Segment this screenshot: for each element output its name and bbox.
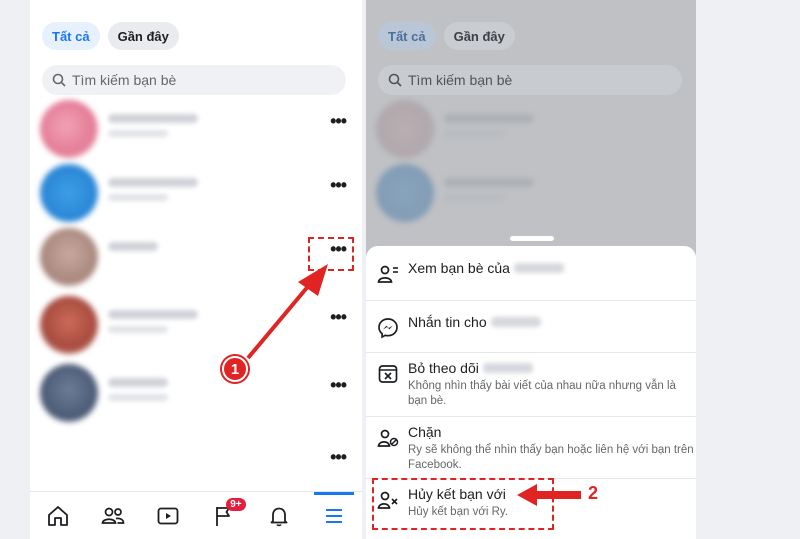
search-friends-input-dimmed: Tìm kiếm bạn bè xyxy=(378,65,682,95)
option-title: Nhắn tin cho xyxy=(408,314,487,330)
search-icon xyxy=(388,73,402,87)
name-blurred xyxy=(490,317,541,327)
friend-info-blurred xyxy=(108,394,168,401)
friend-avatar xyxy=(40,100,98,158)
friend-row xyxy=(374,100,690,162)
divider xyxy=(366,300,696,301)
friend-avatar xyxy=(376,164,434,222)
friend-avatar xyxy=(376,100,434,158)
option-unfollow[interactable]: Bỏ theo dõi Không nhìn thấy bài viết của… xyxy=(366,360,696,409)
search-placeholder: Tìm kiếm bạn bè xyxy=(408,72,513,88)
unfollow-icon xyxy=(378,365,398,383)
friend-name-blurred xyxy=(108,378,168,387)
friend-row[interactable]: ••• xyxy=(38,100,354,162)
divider xyxy=(366,416,696,417)
friend-row[interactable]: ••• xyxy=(38,364,354,426)
more-options-button[interactable]: ••• xyxy=(330,176,347,194)
friend-name-blurred xyxy=(108,114,198,123)
block-icon xyxy=(377,429,399,447)
more-options-button[interactable]: ••• xyxy=(330,448,347,466)
watch-icon xyxy=(157,507,179,524)
more-options-button[interactable]: ••• xyxy=(330,112,347,130)
friend-avatar xyxy=(40,296,98,354)
nav-watch[interactable] xyxy=(148,496,188,536)
step1-number-badge: 1 xyxy=(222,356,248,382)
step1-arrow xyxy=(246,264,328,360)
step2-arrow xyxy=(517,484,581,506)
notifications-bell-icon xyxy=(270,507,288,526)
friend-avatar xyxy=(40,364,98,422)
home-icon xyxy=(47,505,68,526)
friend-avatar xyxy=(40,228,98,286)
friend-row[interactable]: ••• xyxy=(38,436,354,498)
friend-row[interactable]: ••• xyxy=(38,164,354,226)
search-icon xyxy=(52,73,66,87)
option-view-friends[interactable]: Xem bạn bè của xyxy=(366,260,696,288)
friends-icon xyxy=(101,507,125,524)
name-blurred xyxy=(513,263,564,273)
friend-row xyxy=(374,164,690,226)
friend-info-blurred xyxy=(444,130,504,137)
option-description: Không nhìn thấy bài viết của nhau nữa nh… xyxy=(408,380,676,407)
tab-all: Tất cả xyxy=(378,22,436,50)
option-description: Ry sẽ không thể nhìn thấy bạn hoặc liên … xyxy=(408,444,694,471)
filter-tabs-dimmed: Tất cả Gần đây xyxy=(378,22,515,50)
nav-friends[interactable] xyxy=(93,496,133,536)
divider xyxy=(366,352,696,353)
nav-menu[interactable] xyxy=(314,491,355,536)
option-block[interactable]: Chặn Ry sẽ không thể nhìn thấy bạn hoặc … xyxy=(366,424,696,473)
menu-icon xyxy=(326,508,343,523)
notification-badge: 9+ xyxy=(226,497,246,511)
friend-name-blurred xyxy=(444,114,534,123)
friend-name-blurred xyxy=(108,242,158,251)
filter-tabs: Tất cả Gần đây xyxy=(42,22,179,50)
tutorial-screenshot: Tất cả Gần đây Tìm kiếm bạn bè ••• ••• •… xyxy=(0,0,800,539)
friend-name-blurred xyxy=(108,178,198,187)
nav-home[interactable] xyxy=(38,496,78,536)
view-friends-icon xyxy=(377,265,398,283)
tab-recent[interactable]: Gần đây xyxy=(107,22,179,50)
bottom-nav: 9+ xyxy=(30,491,362,539)
tab-all[interactable]: Tất cả xyxy=(42,22,100,50)
nav-pages[interactable]: 9+ xyxy=(204,496,246,536)
friend-info-blurred xyxy=(108,130,168,137)
friend-options-screen: Tất cả Gần đây Tìm kiếm bạn bè Xem bạn b… xyxy=(366,0,696,539)
messenger-icon xyxy=(378,318,398,339)
friend-avatar xyxy=(40,164,98,222)
search-friends-input[interactable]: Tìm kiếm bạn bè xyxy=(42,65,346,95)
more-options-button[interactable]: ••• xyxy=(330,308,347,326)
friend-name-blurred xyxy=(108,310,198,319)
option-title: Bỏ theo dõi xyxy=(408,360,479,376)
search-placeholder: Tìm kiếm bạn bè xyxy=(72,72,177,88)
tab-recent: Gần đây xyxy=(443,22,515,50)
option-title: Xem bạn bè của xyxy=(408,260,510,276)
option-message[interactable]: Nhắn tin cho xyxy=(366,314,696,342)
friend-info-blurred xyxy=(108,326,168,333)
friend-name-blurred xyxy=(444,178,534,187)
friend-info-blurred xyxy=(444,194,504,201)
option-title: Chặn xyxy=(408,424,442,440)
friend-info-blurred xyxy=(108,194,168,201)
nav-notifications[interactable] xyxy=(259,496,299,536)
name-blurred xyxy=(482,363,533,373)
sheet-drag-handle[interactable] xyxy=(510,236,554,241)
more-options-button[interactable]: ••• xyxy=(330,376,347,394)
step2-number-label: 2 xyxy=(587,482,598,503)
